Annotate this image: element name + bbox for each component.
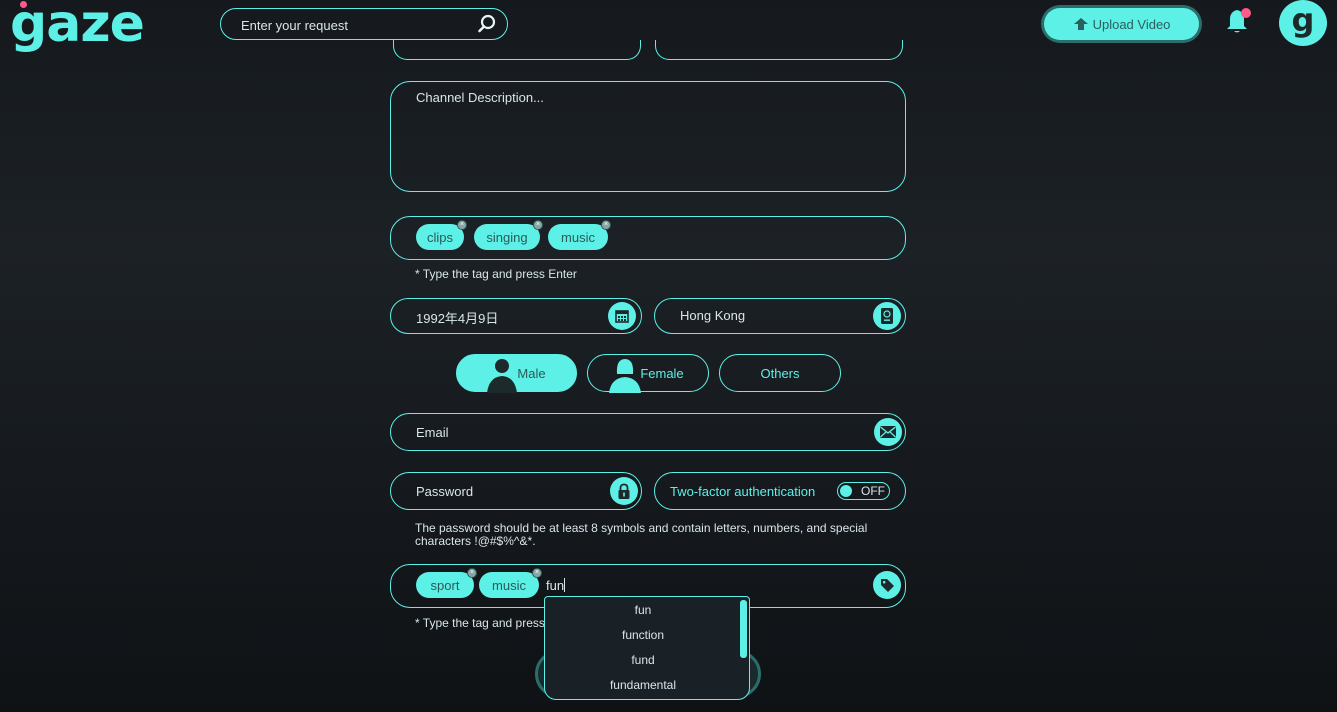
channel-description-placeholder: Channel Description...: [416, 90, 544, 105]
top-field-left-edge: [393, 40, 641, 60]
toggle-state-label: OFF: [861, 484, 885, 498]
gender-female-button[interactable]: Female: [587, 354, 709, 393]
gaze-logo[interactable]: gaze: [10, 0, 145, 54]
upload-video-label: Upload Video: [1092, 16, 1171, 32]
upload-icon: [1073, 18, 1088, 30]
tag-input-value: fun: [546, 578, 565, 593]
tag-input-text[interactable]: fun: [546, 578, 566, 593]
password-hint-line2: characters !@#$%^&*.: [415, 534, 536, 548]
channel-description-field[interactable]: Channel Description...: [390, 81, 906, 192]
tag-chip-label: music: [492, 577, 526, 593]
gender-male-button[interactable]: Male: [456, 354, 577, 393]
upload-video-button[interactable]: Upload Video: [1044, 8, 1199, 40]
two-factor-label: Two-factor authentication: [670, 484, 816, 499]
search-bar[interactable]: [220, 8, 508, 40]
passport-icon[interactable]: [873, 302, 901, 330]
tag-chip-label: music: [561, 229, 595, 245]
suggestion-item[interactable]: fund: [545, 653, 741, 667]
lock-icon: [610, 477, 638, 505]
tag-chip-label: sport: [430, 577, 460, 593]
top-field-right-edge: [655, 40, 903, 60]
remove-tag-icon[interactable]: ×: [457, 220, 467, 230]
tag-chip[interactable]: singing ×: [474, 220, 543, 250]
tag-chip-label: clips: [426, 229, 453, 245]
location-field[interactable]: Hong Kong: [654, 298, 906, 334]
suggestion-item[interactable]: function: [545, 628, 741, 642]
tags-field[interactable]: clips × singing × music ×: [390, 216, 906, 260]
search-icon[interactable]: [477, 14, 497, 34]
tag-icon: [873, 571, 901, 599]
remove-tag-icon[interactable]: ×: [533, 220, 543, 230]
birthdate-value: 1992年4月9日: [416, 311, 499, 326]
tag-hint: * Type the tag and press Enter: [415, 267, 577, 281]
bell-icon[interactable]: [1224, 6, 1254, 36]
two-factor-toggle[interactable]: OFF: [837, 482, 890, 500]
logo-dot: [20, 1, 27, 8]
two-factor-field: Two-factor authentication OFF: [654, 472, 906, 510]
remove-tag-icon[interactable]: ×: [532, 568, 542, 578]
tag-chip[interactable]: music ×: [548, 220, 611, 250]
male-silhouette-icon: [487, 359, 517, 393]
calendar-icon[interactable]: [608, 302, 636, 330]
tag-chip[interactable]: music ×: [479, 568, 542, 598]
tag-hint-bottom: * Type the tag and press Enter: [415, 616, 545, 630]
tag-suggestions-dropdown: fun function fund fundamental: [544, 596, 750, 700]
password-field[interactable]: Password: [390, 472, 642, 510]
gender-others-button[interactable]: Others: [719, 354, 841, 392]
user-avatar[interactable]: g: [1279, 0, 1327, 46]
password-placeholder: Password: [416, 484, 474, 499]
avatar-glyph: g: [1291, 1, 1315, 39]
remove-tag-icon[interactable]: ×: [467, 568, 477, 578]
location-value: Hong Kong: [680, 308, 746, 323]
toggle-knob: [840, 484, 852, 497]
tag-chip[interactable]: sport ×: [416, 568, 477, 598]
gender-others-label: Others: [760, 365, 800, 381]
female-silhouette-icon: [609, 359, 641, 393]
remove-tag-icon[interactable]: ×: [601, 220, 611, 230]
search-input[interactable]: [241, 15, 471, 35]
suggestion-item[interactable]: fun: [545, 603, 741, 617]
envelope-icon: [874, 418, 902, 446]
dropdown-scrollbar[interactable]: [740, 600, 747, 658]
gender-female-label: Female: [640, 365, 684, 381]
tag-chip[interactable]: clips ×: [416, 220, 467, 250]
birthdate-field[interactable]: 1992年4月9日: [390, 298, 642, 334]
password-hint-line1: The password should be at least 8 symbol…: [415, 521, 868, 535]
email-placeholder: Email: [416, 425, 449, 440]
email-field[interactable]: Email: [390, 413, 906, 451]
text-caret: [564, 578, 566, 592]
tag-chip-label: singing: [486, 229, 528, 245]
suggestion-item[interactable]: fundamental: [545, 678, 741, 692]
